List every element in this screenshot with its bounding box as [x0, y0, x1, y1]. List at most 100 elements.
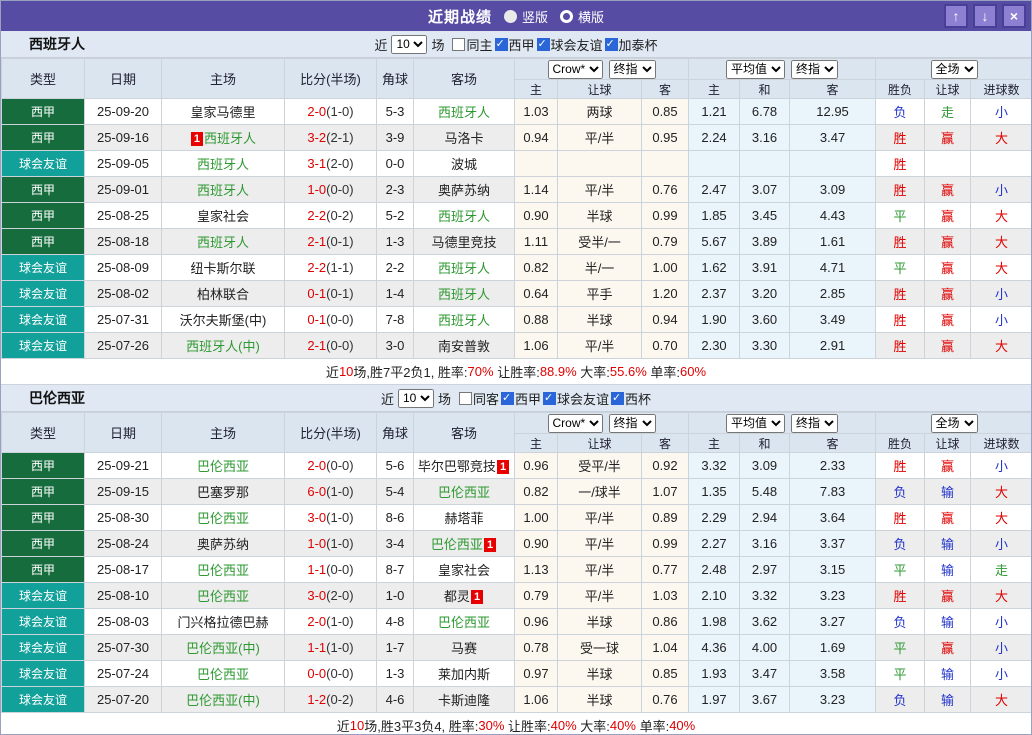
cell-score: 2-0(1-0) [285, 99, 377, 125]
summary-segment: 10 [339, 364, 353, 379]
league-filter-checkbox[interactable]: 西甲 [495, 35, 535, 54]
score-text: 1-1 [307, 640, 326, 655]
team-name-text: 西班牙人 [438, 261, 490, 276]
half-score-text: (1-0) [326, 536, 353, 551]
summary-segment: 60% [680, 364, 706, 379]
team-name: 西班牙人 [29, 34, 85, 54]
col-avg-away: 客 [790, 80, 876, 99]
cell-result: 胜 [876, 505, 925, 531]
team-name-text: 西班牙人 [197, 157, 249, 172]
league-filter-checkbox[interactable]: 加泰杯 [605, 35, 658, 54]
cell-odds-home: 0.90 [515, 203, 558, 229]
summary-segment: 场,胜7平2负1, 胜率: [353, 362, 467, 381]
checkbox-label: 西甲 [509, 35, 535, 54]
cell-avg-draw: 6.78 [740, 99, 790, 125]
cell-away-team: 西班牙人 [414, 255, 515, 281]
league-filter-checkbox[interactable]: 西杯 [611, 389, 651, 408]
league-filter-checkbox[interactable]: 西甲 [501, 389, 541, 408]
cell-score: 1-0(1-0) [285, 531, 377, 557]
cell-score: 1-1(0-0) [285, 557, 377, 583]
cell-match-type: 球会友谊 [2, 151, 85, 177]
cell-goals-result: 小 [971, 307, 1032, 333]
cell-result: 负 [876, 609, 925, 635]
half-score-text: (2-0) [326, 156, 353, 171]
final-odds-select-2[interactable]: 终指 [791, 414, 838, 433]
odds-company-select[interactable]: Crow* [548, 60, 603, 79]
final-odds-select[interactable]: 终指 [609, 414, 656, 433]
cell-odds-handicap: 半球 [558, 609, 642, 635]
cell-result: 负 [876, 531, 925, 557]
recent-count-select[interactable]: 10 [398, 389, 434, 408]
score-text: 3-0 [307, 510, 326, 525]
horizontal-layout-radio[interactable]: 横版 [560, 7, 604, 26]
cell-corner: 5-3 [377, 99, 414, 125]
cell-home-team: 门兴格拉德巴赫 [162, 609, 285, 635]
cell-odds-home: 0.64 [515, 281, 558, 307]
checkbox-checked-icon [501, 392, 514, 405]
score-text: 0-1 [307, 286, 326, 301]
same-side-checkbox[interactable]: 同客 [459, 389, 499, 408]
odds-company-select[interactable]: Crow* [548, 414, 603, 433]
score-text: 1-1 [307, 562, 326, 577]
filter-checkboxes: 同主西甲球会友谊加泰杯 [452, 35, 657, 54]
average-select[interactable]: 平均值 [726, 60, 785, 79]
recent-count-select[interactable]: 10 [391, 35, 427, 54]
final-odds-select-2[interactable]: 终指 [791, 60, 838, 79]
col-away: 客场 [414, 413, 515, 453]
league-filter-checkbox[interactable]: 球会友谊 [537, 35, 603, 54]
score-text: 1-0 [307, 182, 326, 197]
cell-corner: 2-2 [377, 255, 414, 281]
cell-avg-away: 12.95 [790, 99, 876, 125]
score-text: 2-2 [307, 208, 326, 223]
odds-group-header: Crow* 终指 [515, 59, 689, 80]
team-name-text: 都灵 [444, 589, 470, 604]
scope-select[interactable]: 全场 [931, 60, 978, 79]
vertical-layout-radio[interactable]: 竖版 [504, 7, 548, 26]
team-name-text: 莱加内斯 [438, 667, 490, 682]
average-select[interactable]: 平均值 [726, 414, 785, 433]
cell-odds-handicap: 半球 [558, 203, 642, 229]
same-side-checkbox[interactable]: 同主 [452, 35, 492, 54]
cell-odds-home: 1.06 [515, 333, 558, 359]
match-row: 西甲25-08-30巴伦西亚3-0(1-0)8-6赫塔菲1.00平/半0.892… [2, 505, 1032, 531]
cell-away-team: 西班牙人 [414, 281, 515, 307]
scope-select[interactable]: 全场 [931, 414, 978, 433]
cell-odds-home: 0.82 [515, 255, 558, 281]
col-odds-home: 主 [515, 434, 558, 453]
down-arrow-icon: ↓ [982, 8, 989, 24]
team-name-text: 巴伦西亚 [438, 485, 490, 500]
cell-avg-away: 3.15 [790, 557, 876, 583]
team-name-text: 巴伦西亚 [197, 563, 249, 578]
cell-home-team: 巴塞罗那 [162, 479, 285, 505]
cell-odds-home: 1.14 [515, 177, 558, 203]
checkbox-label: 西甲 [515, 389, 541, 408]
filter-bar: 近 10 场 同客西甲球会友谊西杯 [381, 389, 651, 408]
league-filter-checkbox[interactable]: 球会友谊 [543, 389, 609, 408]
close-button[interactable]: × [1002, 4, 1026, 28]
cell-odds-away: 0.85 [642, 661, 689, 687]
move-down-button[interactable]: ↓ [973, 4, 997, 28]
match-row: 西甲25-09-15巴塞罗那6-0(1-0)5-4巴伦西亚0.82一/球半1.0… [2, 479, 1032, 505]
final-odds-select[interactable]: 终指 [609, 60, 656, 79]
cell-odds-home: 0.96 [515, 609, 558, 635]
cell-odds-home [515, 151, 558, 177]
cell-odds-home: 0.97 [515, 661, 558, 687]
cell-avg-away: 3.49 [790, 307, 876, 333]
half-score-text: (2-0) [326, 588, 353, 603]
cell-date: 25-09-16 [85, 125, 162, 151]
cell-home-team: 西班牙人 [162, 229, 285, 255]
col-away: 客场 [414, 59, 515, 99]
cell-home-team: 巴伦西亚 [162, 583, 285, 609]
match-row: 球会友谊25-08-10巴伦西亚3-0(2-0)1-0都灵10.79平/半1.0… [2, 583, 1032, 609]
col-avg-home: 主 [689, 80, 740, 99]
results-body: 西甲25-09-21巴伦西亚2-0(0-0)5-6毕尔巴鄂竞技10.96受平/半… [2, 453, 1032, 713]
cell-avg-draw: 3.09 [740, 453, 790, 479]
cell-goals-result: 大 [971, 505, 1032, 531]
cell-goals-result: 小 [971, 635, 1032, 661]
cell-odds-away: 1.20 [642, 281, 689, 307]
cell-avg-away: 3.37 [790, 531, 876, 557]
move-up-button[interactable]: ↑ [944, 4, 968, 28]
cell-corner: 0-0 [377, 151, 414, 177]
team-name-text: 西班牙人(中) [186, 339, 260, 354]
cell-away-team: 西班牙人 [414, 203, 515, 229]
